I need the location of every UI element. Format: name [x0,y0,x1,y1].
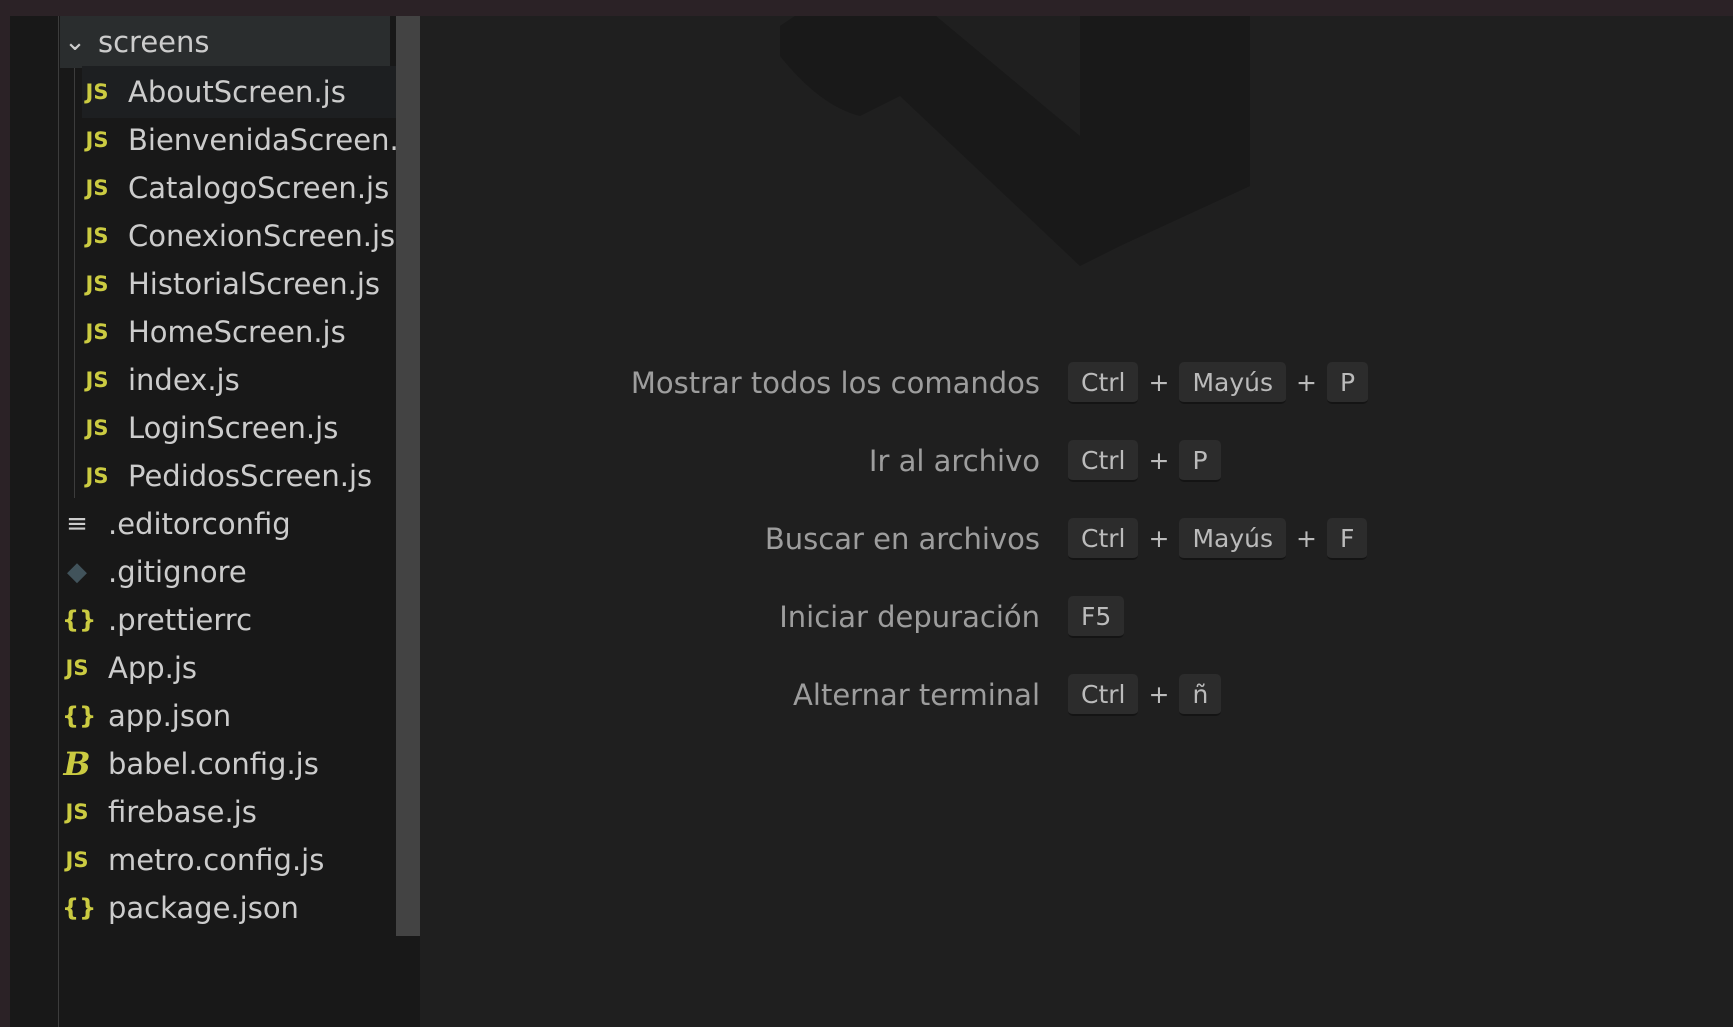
file-item[interactable]: JS index.js [82,354,240,406]
shortcut-keys: Ctrl + ñ [1068,672,1222,718]
file-label: .editorconfig [108,507,291,541]
file-label: ConexionScreen.js [128,219,396,253]
file-item[interactable]: ◆ .gitignore [62,546,247,598]
file-item[interactable]: JS ConexionScreen.js [82,210,396,262]
keyboard-key: P [1179,440,1221,482]
file-item[interactable]: {} .prettierrc [62,594,252,646]
file-label: AboutScreen.js [128,75,346,109]
file-item[interactable]: JS CatalogoScreen.js [82,162,390,214]
file-item[interactable]: JS AboutScreen.js [82,66,420,118]
js-icon: JS [85,416,109,440]
file-item[interactable]: {} package.json [62,882,299,934]
shortcut-keys: F5 [1068,594,1125,640]
indent-guide [58,16,59,1027]
key-separator: + [1296,368,1317,397]
file-label: CatalogoScreen.js [128,171,390,205]
file-item[interactable]: JS LoginScreen.js [82,402,339,454]
file-item[interactable]: JS HomeScreen.js [82,306,346,358]
js-icon: JS [85,224,109,248]
key-separator: + [1148,446,1170,475]
json-icon: {} [62,606,97,634]
file-item[interactable]: ≡ .editorconfig [62,498,291,550]
babel-icon: B [63,745,91,783]
key-separator: + [1148,524,1170,553]
js-icon: JS [85,272,109,296]
file-label: babel.config.js [108,747,319,781]
file-label: .gitignore [108,555,247,589]
vscode-logo-watermark-icon [780,16,1250,266]
file-item[interactable]: JS PedidosScreen.js [82,450,373,502]
js-icon: JS [65,848,89,872]
explorer-sidebar: ⌄ screens JS AboutScreen.js JS BienvenidaScr… [10,16,420,1027]
file-label: app.json [108,699,232,733]
key-separator: + [1148,680,1170,709]
shortcut-label: Ir al archivo [868,444,1040,478]
file-item[interactable]: Bbabel.config.js [62,738,319,790]
file-label: LoginScreen.js [128,411,339,445]
js-icon: JS [85,320,109,344]
key-separator: + [1148,368,1170,397]
git-icon: ◆ [67,557,87,587]
shortcut-row: Iniciar depuración F5 [420,594,1733,640]
keyboard-key: Ctrl [1068,518,1139,560]
keyboard-key: Mayús [1179,362,1286,404]
json-icon: {} [62,894,97,922]
shortcut-label: Buscar en archivos [764,522,1040,556]
file-label: index.js [128,363,240,397]
config-lines-icon: ≡ [66,509,88,539]
chevron-down-icon: ⌄ [64,27,86,57]
vscode-window: ⌄ screens JS AboutScreen.js JS BienvenidaScr… [10,16,1733,1027]
editor-empty-area: Mostrar todos los comandos Ctrl + Mayús + P Ir… [420,16,1733,1027]
keyboard-key: ñ [1179,674,1222,716]
js-icon: JS [85,464,109,488]
file-item[interactable]: JS App.js [62,642,198,694]
file-item[interactable]: JS HistorialScreen.js [82,258,380,310]
keyboard-key: Ctrl [1068,362,1139,404]
js-icon: JS [85,80,109,104]
sidebar-scrollbar[interactable] [396,16,420,936]
file-label: package.json [108,891,299,925]
keyboard-key: Mayús [1179,518,1286,560]
json-icon: {} [62,702,97,730]
shortcut-row: Ir al archivo Ctrl + P [420,438,1733,484]
js-icon: JS [65,656,89,680]
folder-label: screens [98,25,210,59]
js-icon: JS [85,176,109,200]
file-item[interactable]: JS metro.config.js [62,834,325,886]
shortcut-keys: Ctrl + P [1068,438,1221,484]
shortcut-row: Alternar terminal Ctrl + ñ [420,672,1733,718]
shortcut-keys: Ctrl + Mayús + F [1068,516,1368,562]
file-item[interactable]: {} app.json [62,690,231,742]
shortcut-label: Mostrar todos los comandos [630,366,1040,400]
file-label: HomeScreen.js [128,315,346,349]
shortcut-row: Mostrar todos los comandos Ctrl + Mayús + P [420,360,1733,406]
keyboard-key: F5 [1068,596,1125,638]
key-separator: + [1296,524,1317,553]
keyboard-key: Ctrl [1068,674,1139,716]
keyboard-key: Ctrl [1068,440,1139,482]
file-item[interactable]: JS firebase.js [62,786,257,838]
file-label: BienvenidaScreen.js [128,123,420,157]
shortcut-keys: Ctrl + Mayús + P [1068,360,1369,406]
file-label: .prettierrc [108,603,253,637]
js-icon: JS [85,368,109,392]
file-item[interactable]: JS BienvenidaScreen.js [82,114,420,166]
keyboard-key: F [1326,518,1368,560]
shortcut-label: Alternar terminal [793,678,1040,712]
indent-guide [74,68,75,498]
file-label: firebase.js [108,795,257,829]
shortcut-label: Iniciar depuración [779,600,1040,634]
keyboard-key: P [1326,362,1369,404]
shortcut-row: Buscar en archivos Ctrl + Mayús + F [420,516,1733,562]
file-label: PedidosScreen.js [128,459,373,493]
file-label: metro.config.js [108,843,325,877]
js-icon: JS [65,800,89,824]
file-label: App.js [108,651,198,685]
folder-screens[interactable]: ⌄ screens [60,16,390,68]
file-label: HistorialScreen.js [128,267,380,301]
js-icon: JS [85,128,109,152]
